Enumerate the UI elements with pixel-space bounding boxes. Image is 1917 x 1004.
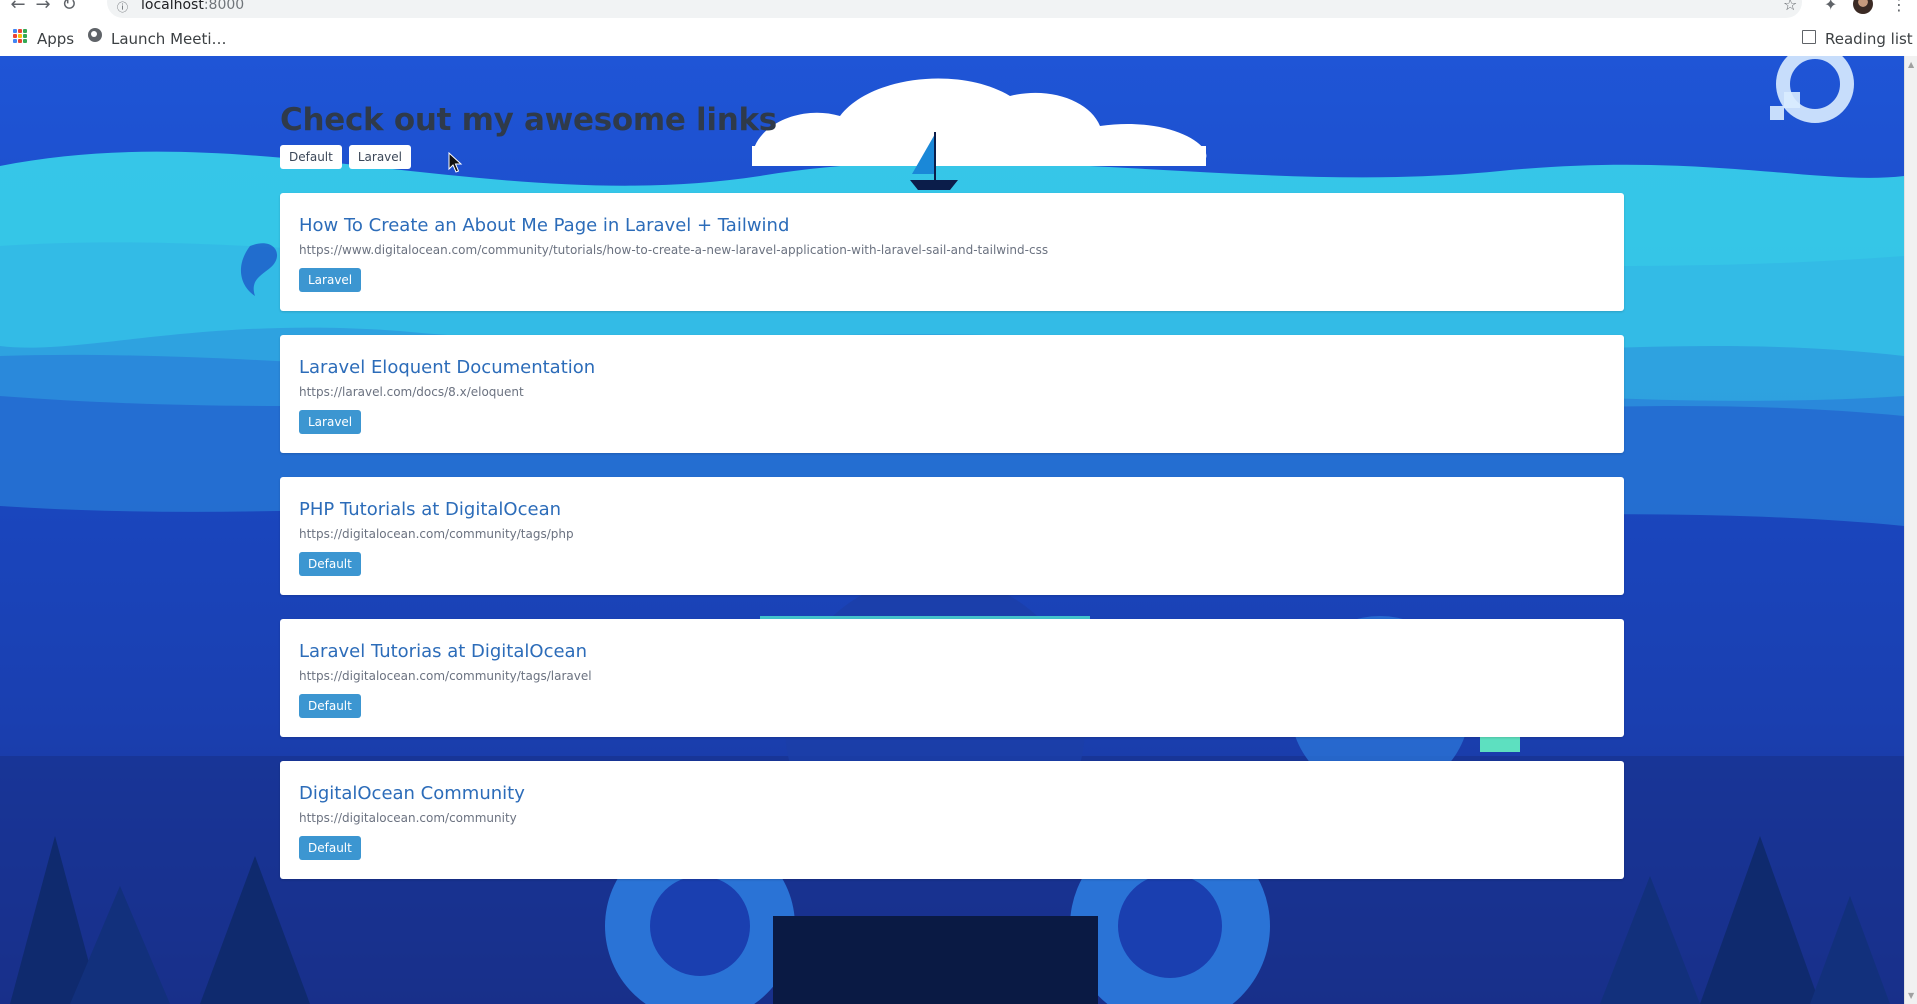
reload-icon[interactable]: ↻	[58, 0, 80, 16]
filter-default-button[interactable]: Default	[280, 145, 342, 169]
link-url: https://digitalocean.com/community/tags/…	[299, 527, 574, 541]
link-card: Laravel Eloquent Documentation https://l…	[280, 335, 1624, 453]
address-bar[interactable]: ⓘ localhost:8000	[107, 0, 1802, 18]
forward-arrow-icon[interactable]: →	[32, 0, 54, 16]
url-text[interactable]: localhost:8000	[141, 0, 244, 13]
links-list: How To Create an About Me Page in Larave…	[280, 193, 1624, 879]
browser-toolbar: ← → ↻ ⓘ localhost:8000 ☆ ✦ ⋮	[0, 0, 1917, 22]
bookmarks-bar: Apps Launch Meeti… Reading list	[0, 22, 1917, 57]
tag-filter-bar: Default Laravel	[280, 145, 1624, 169]
link-url: https://www.digitalocean.com/community/t…	[299, 243, 1049, 257]
scroll-down-arrow-icon[interactable]: ▼	[1908, 991, 1914, 1000]
reading-list-icon[interactable]	[1802, 30, 1816, 44]
link-title[interactable]: PHP Tutorials at DigitalOcean	[299, 499, 561, 521]
link-title[interactable]: Laravel Tutorias at DigitalOcean	[299, 641, 587, 663]
main-content: Check out my awesome links Default Larav…	[280, 100, 1624, 903]
link-card: PHP Tutorials at DigitalOcean https://di…	[280, 477, 1624, 595]
star-icon[interactable]: ☆	[1783, 0, 1797, 16]
digitalocean-logo-icon	[1770, 56, 1854, 123]
page-scrollbar[interactable]: ▲ ▼	[1904, 56, 1917, 1004]
back-arrow-icon[interactable]: ←	[7, 0, 29, 16]
link-title[interactable]: How To Create an About Me Page in Larave…	[299, 215, 789, 237]
page-title: Check out my awesome links	[280, 102, 777, 138]
link-card: Laravel Tutorias at DigitalOcean https:/…	[280, 619, 1624, 737]
apps-grid-icon[interactable]	[13, 29, 27, 43]
filter-laravel-button[interactable]: Laravel	[348, 145, 412, 169]
link-tag-badge[interactable]: Default	[299, 694, 361, 718]
link-tag-badge[interactable]: Laravel	[299, 410, 362, 434]
menu-dots-icon[interactable]: ⋮	[1891, 0, 1907, 16]
link-url: https://digitalocean.com/community/tags/…	[299, 669, 592, 683]
avatar[interactable]	[1853, 0, 1873, 14]
link-tag-badge[interactable]: Laravel	[299, 268, 362, 292]
link-card: DigitalOcean Community https://digitaloc…	[280, 761, 1624, 879]
info-icon[interactable]: ⓘ	[117, 0, 128, 15]
bookmark-apps[interactable]: Apps	[37, 30, 74, 48]
scroll-up-arrow-icon[interactable]: ▲	[1908, 60, 1914, 69]
link-url: https://digitalocean.com/community	[299, 811, 517, 825]
link-tag-badge[interactable]: Default	[299, 552, 361, 576]
bookmark-launch-meeting[interactable]: Launch Meeti…	[111, 30, 227, 48]
reading-list-button[interactable]: Reading list	[1825, 30, 1913, 48]
link-card: How To Create an About Me Page in Larave…	[280, 193, 1624, 311]
page-viewport: Check out my awesome links Default Larav…	[0, 56, 1904, 1004]
cursor-icon	[448, 152, 463, 173]
link-tag-badge[interactable]: Default	[299, 836, 361, 860]
globe-icon	[88, 28, 102, 42]
link-title[interactable]: DigitalOcean Community	[299, 783, 525, 805]
link-url: https://laravel.com/docs/8.x/eloquent	[299, 385, 524, 399]
link-title[interactable]: Laravel Eloquent Documentation	[299, 357, 595, 379]
extensions-icon[interactable]: ✦	[1824, 0, 1837, 16]
